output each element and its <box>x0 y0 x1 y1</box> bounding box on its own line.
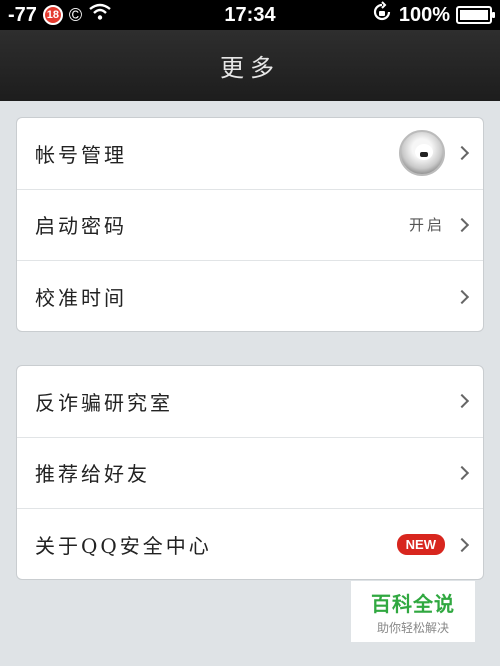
navigation-bar: 更多 <box>0 30 500 101</box>
row-account-management[interactable]: 帐号管理 <box>17 118 483 190</box>
row-anti-fraud-lab[interactable]: 反诈骗研究室 <box>17 366 483 438</box>
status-bar: -77 18 © 17:34 100% <box>0 0 500 30</box>
page-title: 更多 <box>220 54 280 82</box>
row-label: 推荐给好友 <box>35 462 150 487</box>
battery-icon <box>456 6 495 24</box>
row-about-qq-security[interactable]: 关于QQ安全中心 NEW <box>17 509 483 579</box>
wifi-icon <box>88 3 112 27</box>
copyright-icon: © <box>68 4 83 25</box>
signal-strength: -77 <box>8 3 37 26</box>
rotation-lock-icon <box>371 1 393 29</box>
row-startup-password[interactable]: 启动密码 开启 <box>17 190 483 261</box>
watermark-logo: 百科全说 助你轻松解决 <box>351 581 475 642</box>
watermark-title: 百科全说 <box>371 591 455 616</box>
watermark-subtitle: 助你轻松解决 <box>376 620 449 635</box>
row-label: 帐号管理 <box>35 142 127 167</box>
chevron-right-icon <box>454 465 470 480</box>
chevron-right-icon <box>454 289 470 304</box>
row-label: 关于QQ安全中心 <box>35 534 212 559</box>
chevron-right-icon <box>454 217 470 232</box>
chevron-right-icon <box>454 537 470 552</box>
row-recommend-to-friends[interactable]: 推荐给好友 <box>17 438 483 509</box>
settings-group-about: 反诈骗研究室 推荐给好友 关于QQ安全中心 NEW <box>16 365 484 580</box>
age-rating-icon: 18 <box>42 5 63 25</box>
new-badge: NEW <box>396 534 445 556</box>
chevron-right-icon <box>454 394 470 409</box>
row-label: 校准时间 <box>35 286 127 311</box>
row-label: 启动密码 <box>35 214 127 239</box>
status-value: 开启 <box>408 216 445 235</box>
row-label: 反诈骗研究室 <box>35 390 173 415</box>
chevron-right-icon <box>454 146 470 161</box>
settings-group-account: 帐号管理 启动密码 开启 校准时间 <box>16 117 484 332</box>
avatar <box>399 130 445 177</box>
row-calibrate-time[interactable]: 校准时间 <box>17 261 483 331</box>
battery-percent: 100% <box>398 3 450 26</box>
